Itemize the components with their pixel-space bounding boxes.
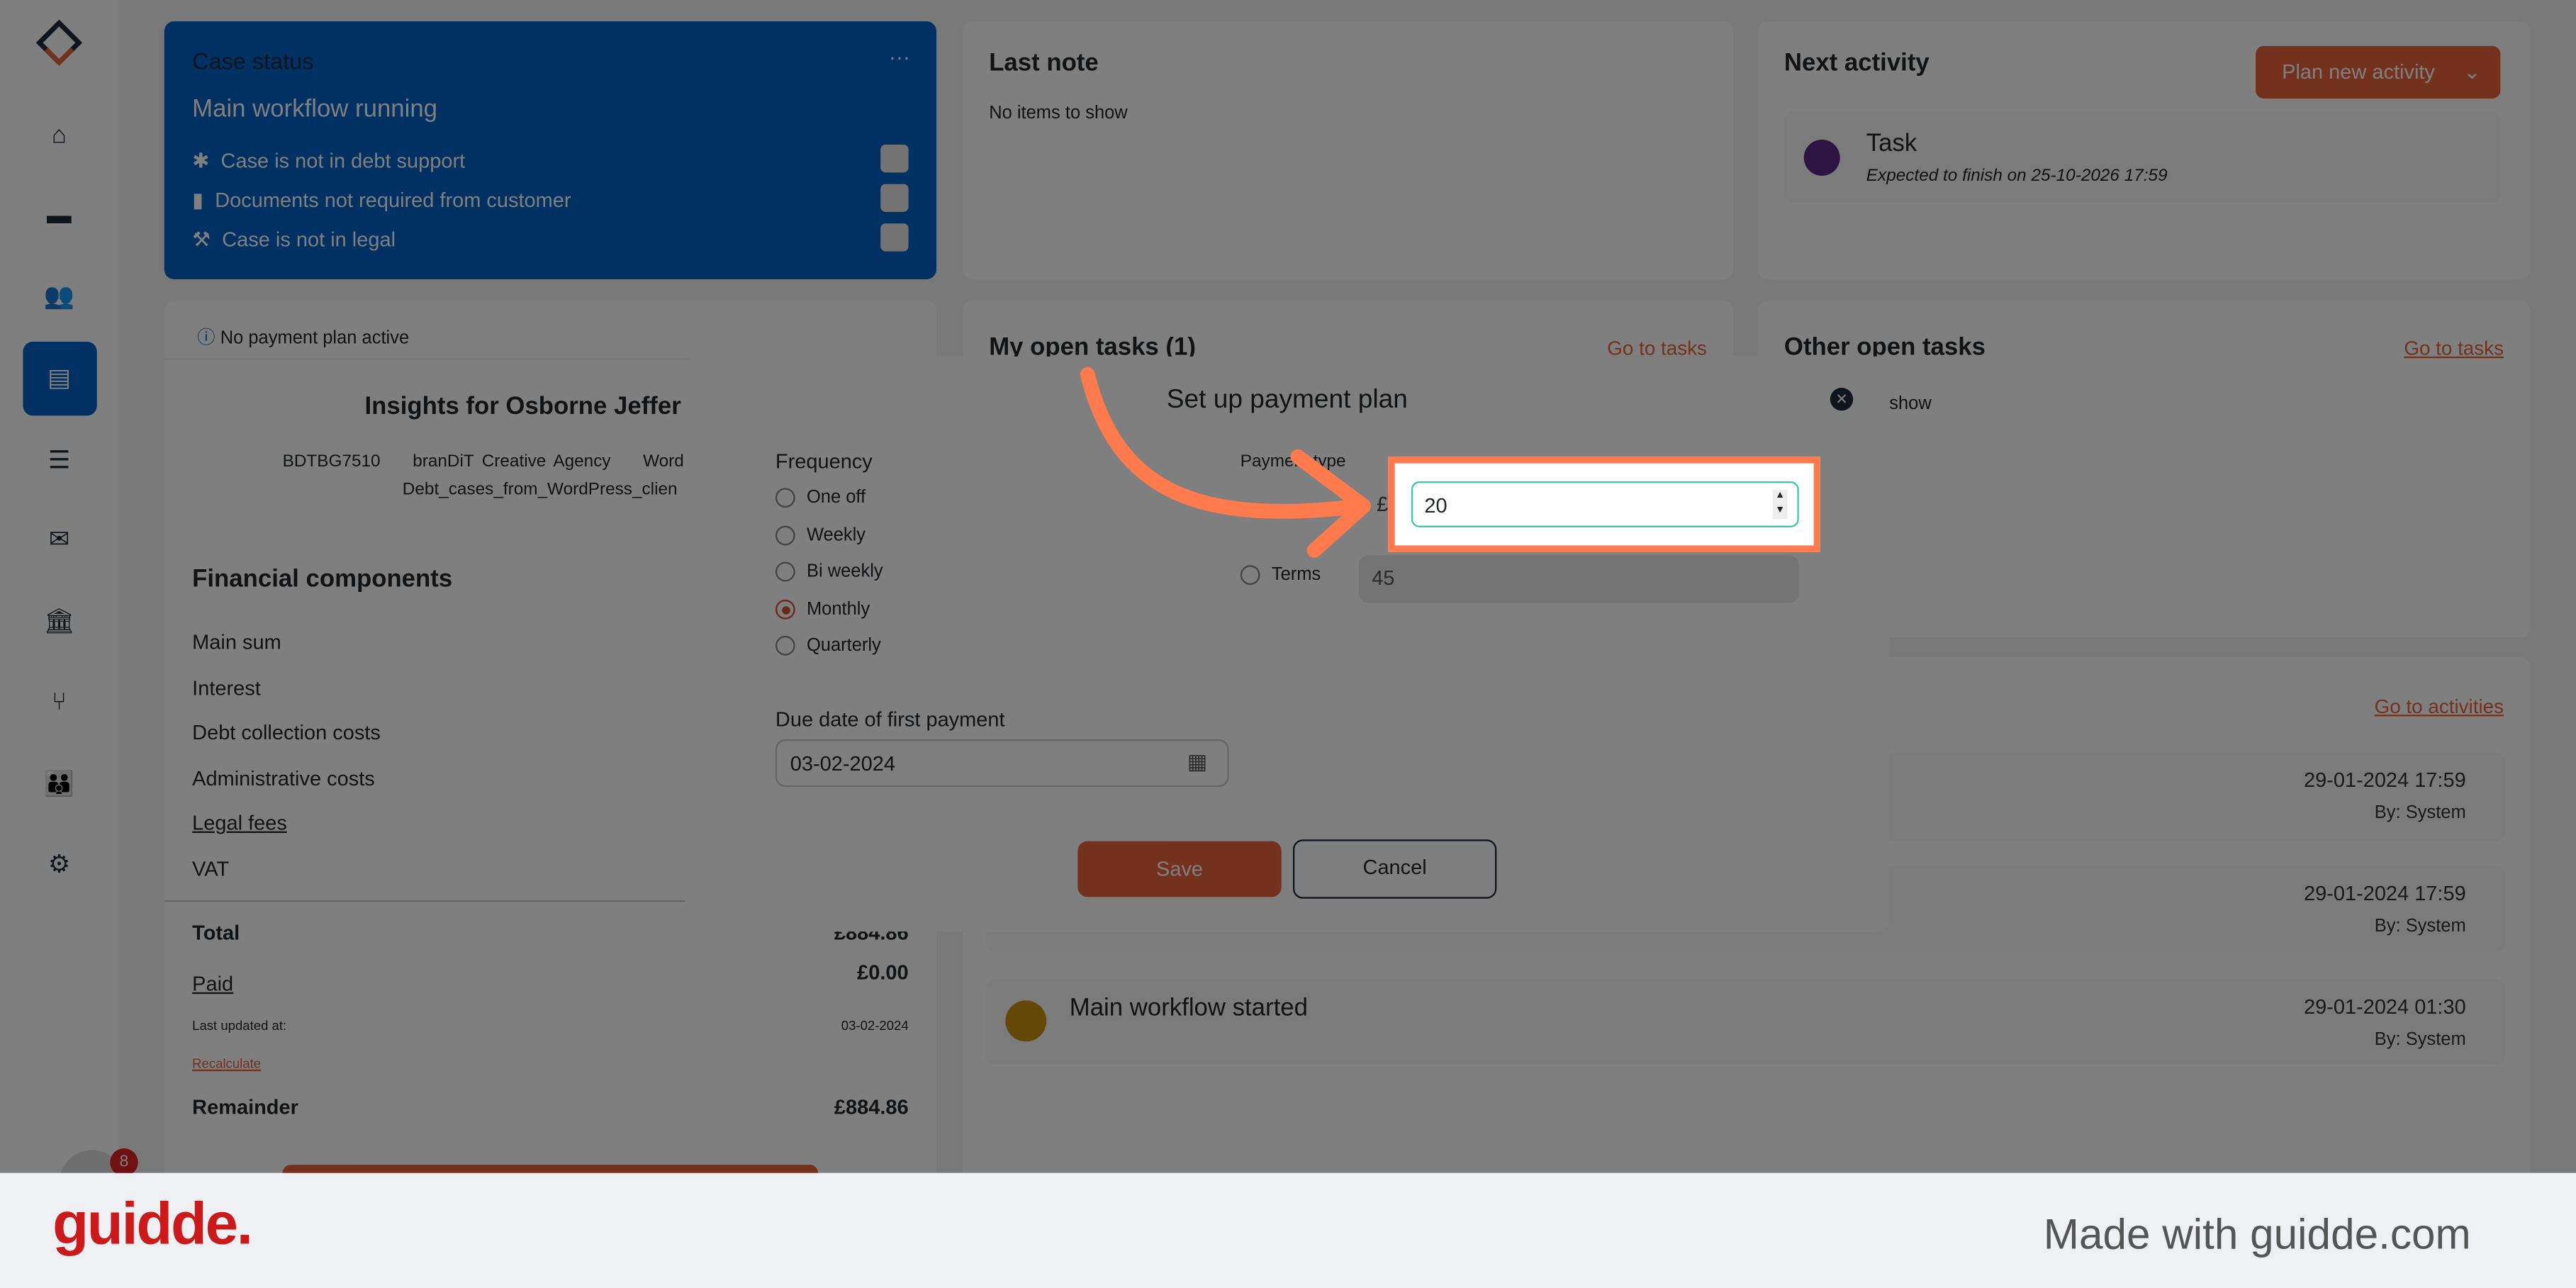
pointer-arrow-icon <box>1080 366 1372 558</box>
footer-tagline: Made with guidde.com <box>2043 1209 2471 1259</box>
guidde-logo: guidde. <box>52 1189 253 1257</box>
guidde-footer: guidde. Made with guidde.com <box>0 1172 2576 1288</box>
